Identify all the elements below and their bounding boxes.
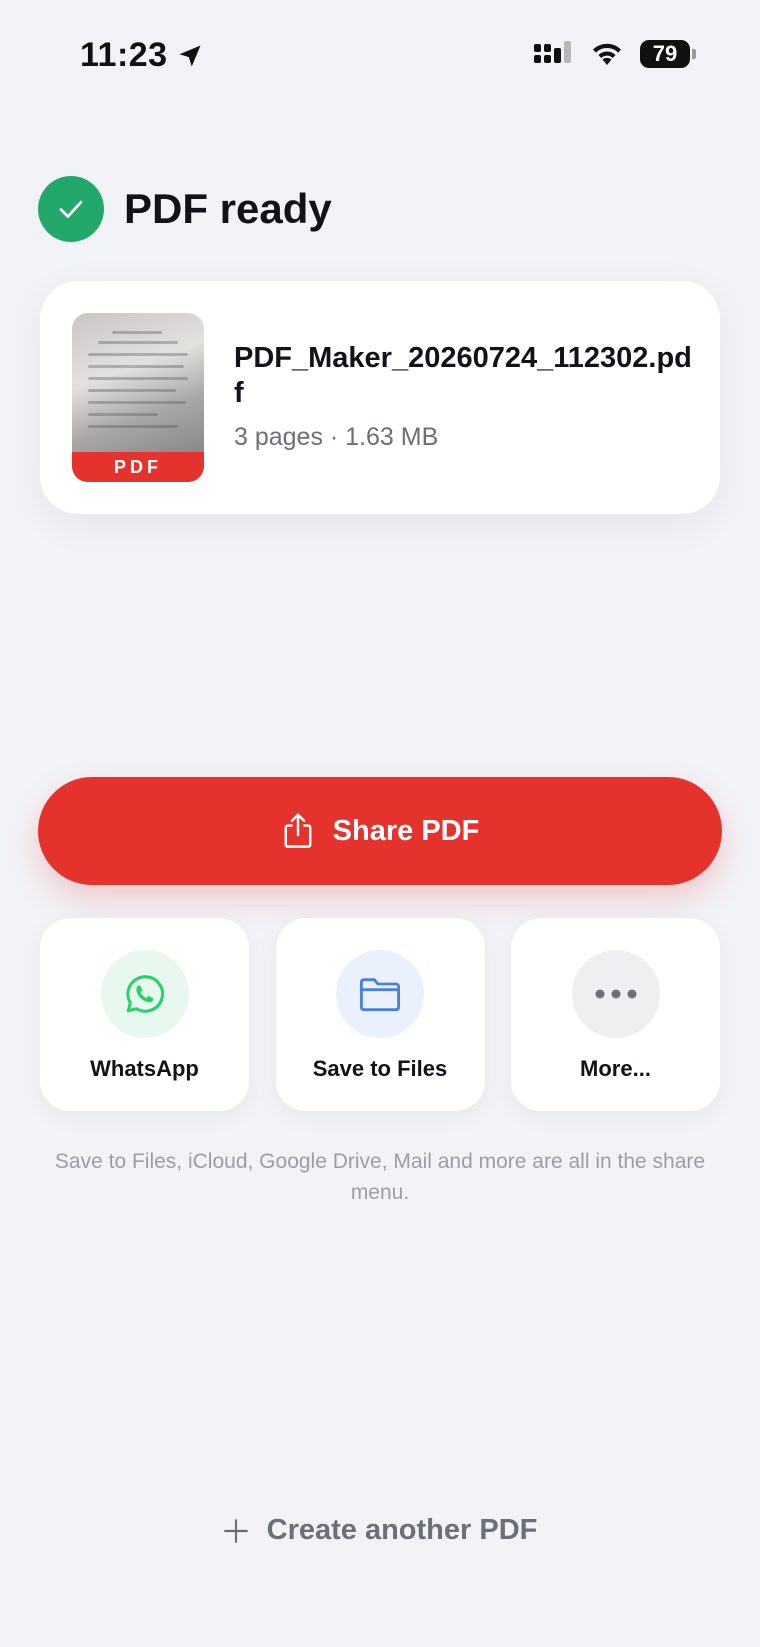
more-label: More... (580, 1056, 651, 1081)
page-title: PDF ready (124, 185, 332, 232)
file-name: PDF_Maker_20260724_112302.pdf (234, 342, 692, 409)
cellular-signal-icon (534, 41, 571, 63)
file-card[interactable]: PDF PDF_Maker_20260724_112302.pdf 3 page… (40, 281, 720, 514)
battery-tip (692, 49, 696, 59)
status-time-text: 11:23 (80, 36, 168, 74)
status-bar: 11:23 79 (0, 0, 760, 110)
save-to-files-label: Save to Files (312, 1056, 448, 1081)
save-to-files-tile[interactable]: Save to Files (275, 918, 485, 1111)
more-icon-wrap (571, 950, 660, 1038)
share-pdf-button[interactable]: Share PDF (38, 777, 722, 885)
folder-icon (360, 978, 401, 1012)
create-another-pdf-button[interactable]: Create another PDF (0, 1514, 760, 1547)
pdf-badge: PDF (72, 452, 204, 482)
location-arrow-icon (179, 45, 201, 66)
create-another-pdf-label: Create another PDF (266, 1514, 538, 1546)
more-icon (595, 989, 636, 999)
whatsapp-icon-wrap (100, 950, 189, 1038)
wifi-icon (593, 43, 621, 65)
success-check-icon (38, 176, 104, 242)
status-indicators: 79 (534, 40, 696, 68)
pdf-thumbnail: PDF (72, 313, 204, 482)
share-pdf-label: Share PDF (332, 814, 480, 847)
quick-actions: WhatsApp Save to Files More... (40, 918, 720, 1111)
file-meta: 3 pages · 1.63 MB (234, 423, 439, 451)
battery-level: 79 (640, 40, 690, 68)
folder-icon-wrap (336, 950, 424, 1038)
whatsapp-label: WhatsApp (90, 1056, 199, 1081)
more-tile[interactable]: More... (511, 918, 720, 1111)
status-time: 11:23 (80, 36, 204, 75)
helper-text: Save to Files, iCloud, Google Drive, Mai… (54, 1150, 706, 1204)
battery-indicator: 79 (640, 40, 696, 68)
header: PDF ready (38, 176, 332, 242)
whatsapp-tile[interactable]: WhatsApp (40, 918, 249, 1111)
plus-icon (223, 1518, 248, 1543)
share-icon (284, 813, 312, 848)
whatsapp-icon (125, 975, 164, 1013)
